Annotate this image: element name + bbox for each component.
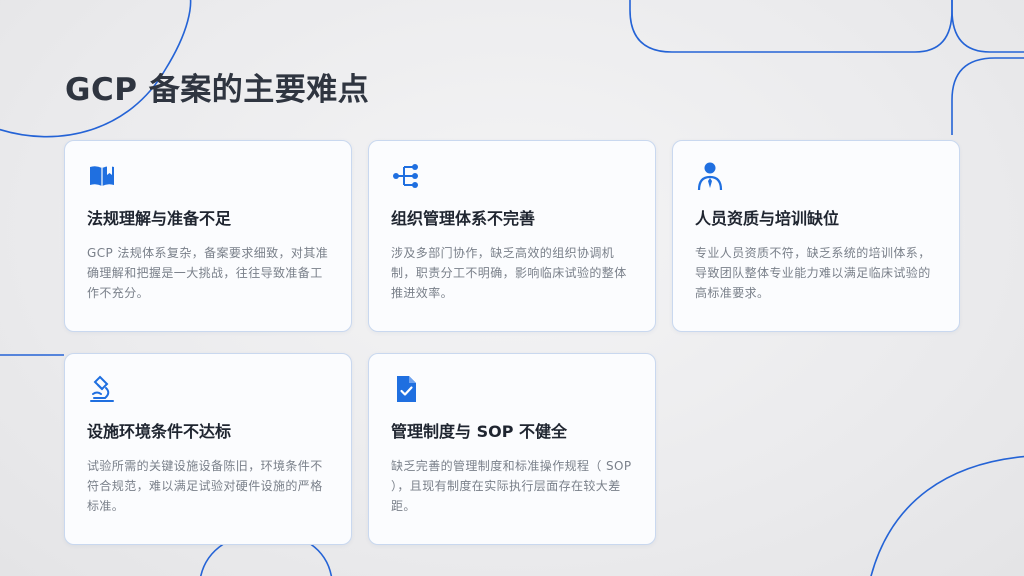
book-icon — [90, 166, 114, 186]
card-title: 法规理解与准备不足 — [87, 209, 232, 228]
card-organization: 组织管理体系不完善 涉及多部门协作，缺乏高效的组织协调机制，职责分工不明确，影响… — [368, 140, 656, 332]
org-tree-icon — [393, 164, 418, 188]
page-title: GCP 备案的主要难点 — [65, 72, 370, 108]
card-facilities: 设施环境条件不达标 试验所需的关键设施设备陈旧，环境条件不符合规范，难以满足试验… — [64, 353, 352, 545]
card-title: 组织管理体系不完善 — [391, 209, 536, 228]
card-management-sop: 管理制度与 SOP 不健全 缺乏完善的管理制度和标准操作规程（ SOP ），且现… — [368, 353, 656, 545]
card-title: 人员资质与培训缺位 — [695, 209, 840, 228]
card-title: 管理制度与 SOP 不健全 — [391, 422, 567, 441]
person-tie-icon — [697, 162, 723, 191]
card-regulation: 法规理解与准备不足 GCP 法规体系复杂，备案要求细致，对其准确理解和把握是一大… — [64, 140, 352, 332]
card-description: 专业人员资质不符，缺乏系统的培训体系，导致团队整体专业能力难以满足临床试验的高标… — [695, 246, 931, 300]
card-personnel: 人员资质与培训缺位 专业人员资质不符，缺乏系统的培训体系，导致团队整体专业能力难… — [672, 140, 960, 332]
card-description: GCP 法规体系复杂，备案要求细致，对其准确理解和把握是一大挑战，往往导致准备工… — [87, 246, 329, 300]
card-description: 涉及多部门协作，缺乏高效的组织协调机制，职责分工不明确，影响临床试验的整体推进效… — [391, 246, 627, 300]
card-description: 缺乏完善的管理制度和标准操作规程（ SOP ），且现有制度在实际执行层面存在较大… — [391, 459, 632, 513]
document-check-icon — [397, 376, 416, 402]
card-title: 设施环境条件不达标 — [87, 422, 232, 441]
card-description: 试验所需的关键设施设备陈旧，环境条件不符合规范，难以满足试验对硬件设施的严格标准… — [87, 459, 323, 513]
microscope-icon — [90, 375, 114, 402]
